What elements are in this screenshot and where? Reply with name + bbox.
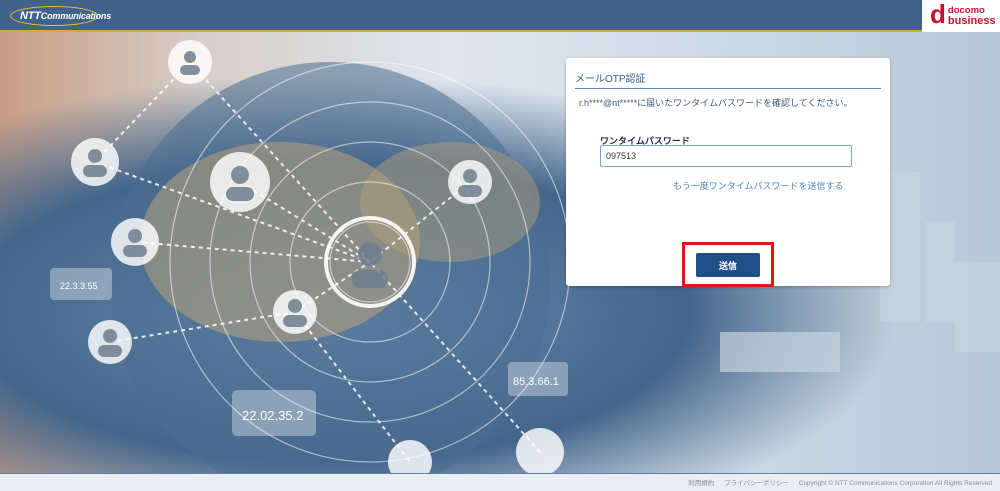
terms-link[interactable]: 利用規約 bbox=[688, 480, 714, 487]
submit-button[interactable]: 送信 bbox=[696, 253, 760, 277]
title-divider bbox=[575, 88, 881, 89]
panel-title: メールOTP認証 bbox=[575, 74, 646, 85]
privacy-policy-link[interactable]: プライバシーポリシー bbox=[724, 480, 789, 487]
otp-verification-panel: メールOTP認証 r.h****@nt*****に届いたワンタイムパスワードを確… bbox=[566, 58, 890, 287]
instruction-text: r.h****@nt*****に届いたワンタイムパスワードを確認してください。 bbox=[579, 98, 853, 108]
ip-label-3: 22.02.35.2 bbox=[242, 408, 303, 423]
ip-label-2: 85.3.66.1 bbox=[513, 376, 559, 388]
docomo-business-logo: d docomo business bbox=[922, 0, 1000, 32]
ip-label-1: 22.3.3.55 bbox=[60, 281, 98, 291]
footer: 利用規約 プライバシーポリシー Copyright © NTT Communic… bbox=[0, 473, 1000, 491]
top-header: NTTCommunications d docomo business bbox=[0, 0, 1000, 32]
copyright-text: Copyright © NTT Communications Corporati… bbox=[798, 480, 992, 487]
otp-input[interactable] bbox=[600, 145, 852, 167]
submit-highlight-box: 送信 bbox=[682, 242, 774, 287]
resend-otp-link[interactable]: もう一度ワンタイムパスワードを送信する bbox=[673, 179, 844, 192]
ntt-communications-logo: NTTCommunications bbox=[10, 5, 111, 27]
